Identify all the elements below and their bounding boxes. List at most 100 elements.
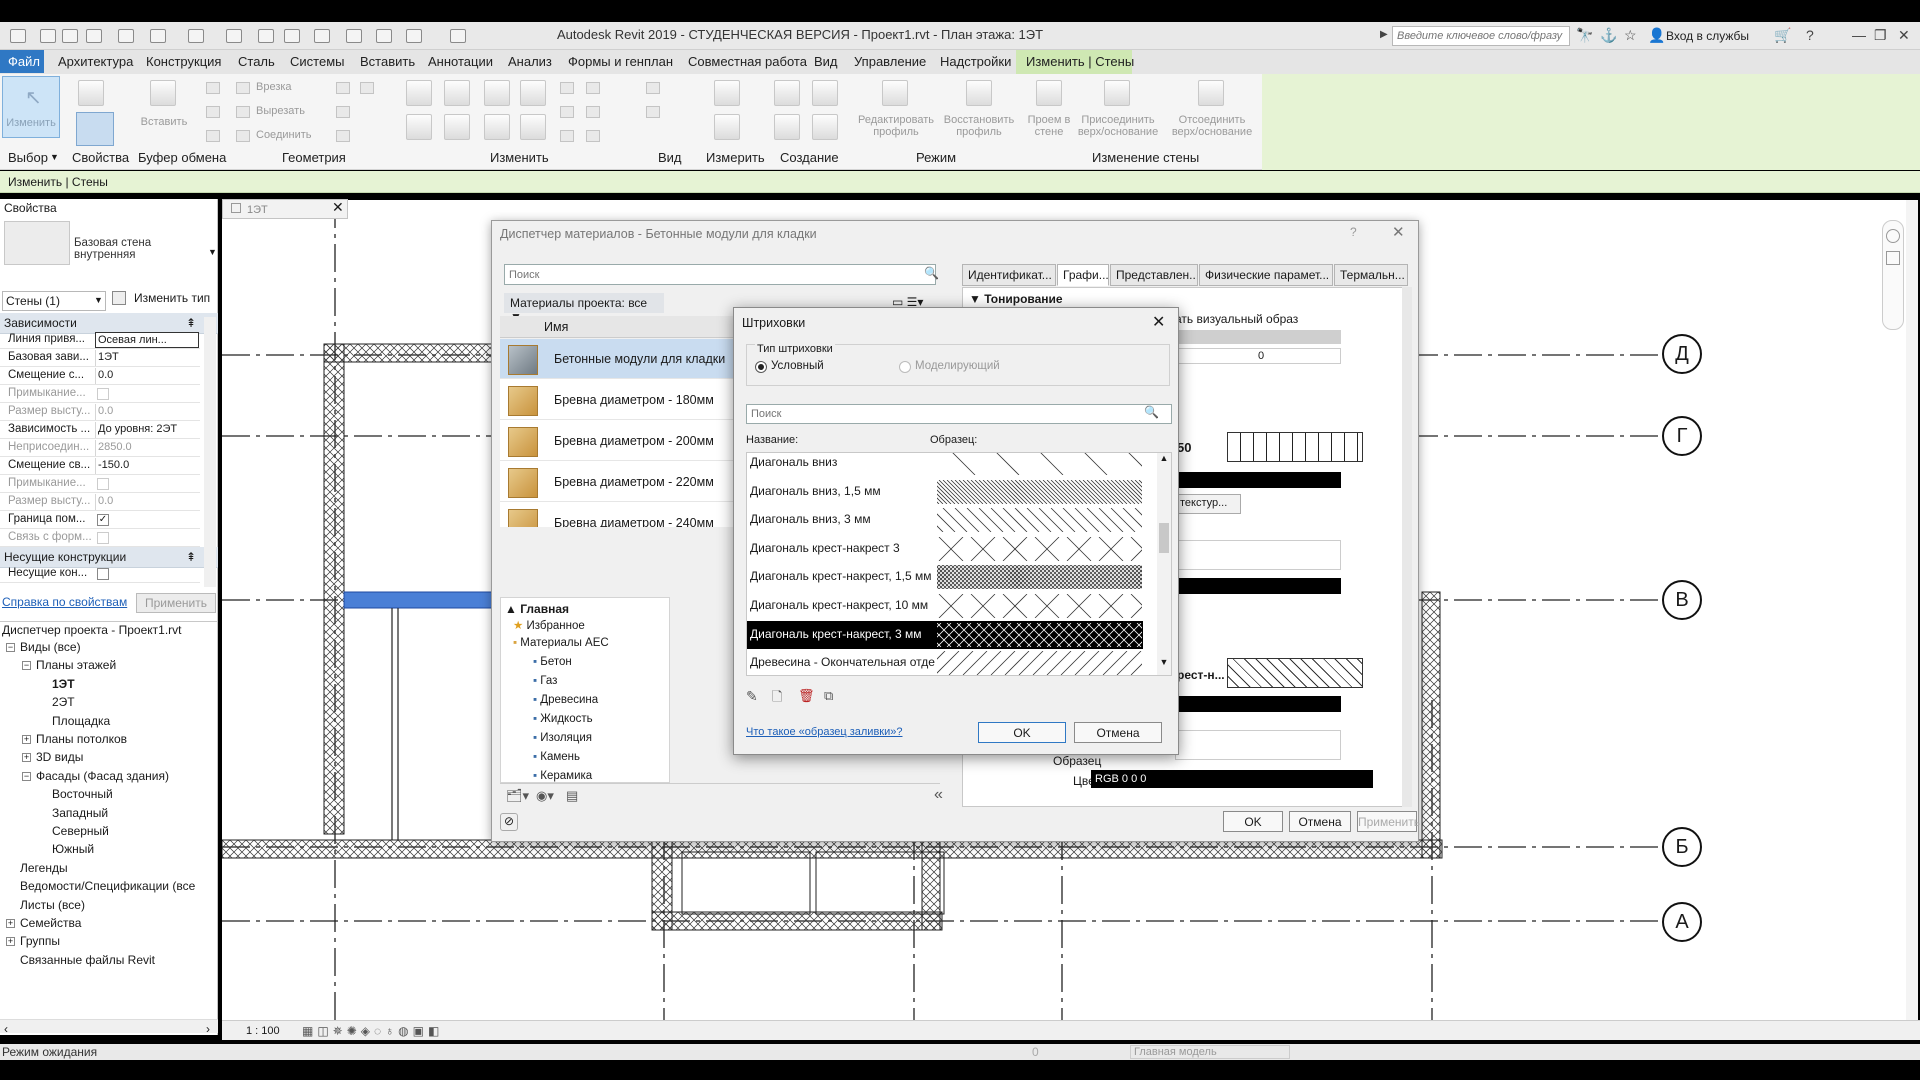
infocenter-icon[interactable]: 🔭 <box>1576 27 1593 44</box>
prop-checkbox[interactable]: ✓ <box>97 514 109 526</box>
library-item[interactable]: ★ Избранное <box>513 618 585 632</box>
tree-expander-icon[interactable]: + <box>6 919 15 928</box>
material-row[interactable]: Бетонные модули для кладки <box>500 339 736 379</box>
new-pattern-icon[interactable]: 🗋 <box>772 688 782 710</box>
material-apply-button[interactable]: Применить <box>1357 811 1420 832</box>
delete-pattern-icon[interactable]: 🗑 <box>798 688 815 704</box>
close-window-icon[interactable]: ✕ <box>1898 27 1910 44</box>
restore-icon[interactable]: ❐ <box>1874 27 1887 44</box>
material-search-input[interactable] <box>504 264 936 285</box>
fill-pattern-help-link[interactable]: Что такое «образец заливки»? <box>746 726 902 738</box>
shading-color-swatch[interactable] <box>1175 330 1341 344</box>
cut-pattern-sample[interactable] <box>1227 658 1363 688</box>
select-dropdown-icon[interactable]: ▼ <box>50 152 59 162</box>
help-icon[interactable]: ? <box>1806 27 1814 43</box>
material-filter[interactable]: Материалы проекта: все ▼ <box>504 293 664 324</box>
tree-expander-icon[interactable]: + <box>6 937 15 947</box>
search-expand-icon[interactable]: ▶ <box>1380 29 1388 40</box>
tab-steel[interactable]: Сталь <box>238 54 275 69</box>
no-render-icon[interactable]: ⊘ <box>500 813 518 831</box>
mirror-draw-icon[interactable] <box>520 80 546 106</box>
tab-insert[interactable]: Вставить <box>360 54 415 69</box>
tab-modify-walls[interactable]: Изменить | Стены <box>1026 54 1134 69</box>
dimension-tool-icon[interactable] <box>714 114 740 140</box>
tab-annotate[interactable]: Аннотации <box>428 54 493 69</box>
view-tab-close-icon[interactable]: ✕ <box>332 199 344 216</box>
drafting-radio[interactable] <box>755 361 767 373</box>
tree-item[interactable]: 2ЭТ <box>52 695 75 709</box>
material-row[interactable]: Бревна диаметром - 180мм <box>500 380 736 420</box>
pattern-row[interactable]: Диагональ крест-накрест 3 <box>747 535 1143 563</box>
tree-item[interactable]: Группы <box>20 934 60 948</box>
pattern-row[interactable]: Диагональ крест-накрест, 10 мм <box>747 592 1143 620</box>
surface-pattern-sample[interactable] <box>1227 432 1363 462</box>
tab-file[interactable]: Файл <box>0 50 44 73</box>
pattern-list-scrollbar[interactable]: ▲ ▼ <box>1157 453 1171 675</box>
tree-item[interactable]: Северный <box>52 824 109 838</box>
pattern-row[interactable]: Диагональ вниз <box>747 453 1143 477</box>
instance-filter-dropdown-icon[interactable]: ▼ <box>94 295 103 305</box>
library-item[interactable]: ▪ Изоляция <box>533 732 592 744</box>
model-radio[interactable] <box>899 361 911 373</box>
tab-addins[interactable]: Надстройки <box>940 54 1011 69</box>
create-part-icon[interactable] <box>812 80 838 106</box>
model-label[interactable]: Моделирующий <box>915 360 1000 372</box>
measure-dist-icon[interactable] <box>714 80 740 106</box>
pattern-row[interactable]: Диагональ вниз, 1,5 мм <box>747 478 1143 506</box>
properties-apply-button[interactable]: Применить <box>136 593 216 613</box>
tree-item[interactable]: Планы этажей <box>36 658 116 672</box>
active-model-select[interactable]: Главная модель <box>1130 1045 1290 1059</box>
texture-align-button[interactable]: текстур... <box>1175 494 1241 514</box>
prop-value[interactable]: 0.0 <box>95 494 199 510</box>
steering-wheel-icon[interactable] <box>1886 229 1900 243</box>
graphics-scrollbar[interactable] <box>1402 287 1412 807</box>
tree-item[interactable]: Связанные файлы Revit <box>20 953 155 967</box>
tab-systems[interactable]: Системы <box>290 54 344 69</box>
tree-item[interactable]: Фасады (Фасад здания) <box>36 769 169 783</box>
prop-row-structural[interactable]: Несущие кон... <box>0 565 200 583</box>
create-assembly-icon[interactable] <box>812 114 838 140</box>
edit-type-icon[interactable] <box>112 291 126 305</box>
material-list-header[interactable]: Имя <box>500 316 740 338</box>
tab-manage[interactable]: Управление <box>854 54 926 69</box>
prop-value[interactable]: До уровня: 2ЭТ <box>95 422 199 438</box>
tab-structure[interactable]: Конструкция <box>146 54 221 69</box>
structural-checkbox[interactable] <box>97 568 109 580</box>
grid-bubble-a[interactable]: А <box>1662 902 1702 942</box>
tab-view[interactable]: Вид <box>814 54 838 69</box>
properties-help-link[interactable]: Справка по свойствам <box>2 595 127 609</box>
panel-select[interactable]: Выбор <box>8 150 48 165</box>
material-ok-button[interactable]: OK <box>1223 811 1283 832</box>
prop-row[interactable]: Линия привя... Осевая лин... <box>0 331 200 349</box>
pattern-row[interactable]: Диагональ вниз, 3 мм <box>747 506 1143 534</box>
prop-value[interactable]: -150.0 <box>95 458 199 474</box>
instance-filter-select[interactable]: Стены (1) <box>2 291 106 311</box>
pattern-row[interactable]: Диагональ крест-накрест, 1,5 мм <box>747 563 1143 591</box>
edit-pattern-icon[interactable]: ✎ <box>746 688 758 705</box>
prop-checkbox[interactable] <box>97 478 109 490</box>
tab-collaborate[interactable]: Совместная работа <box>688 54 807 69</box>
view-tab-1et[interactable]: 1ЭТ <box>222 199 348 219</box>
tree-item[interactable]: Южный <box>52 842 94 856</box>
pattern-row[interactable]: Диагональ крест-накрест, 3 мм <box>747 620 1143 649</box>
grid-bubble-g[interactable]: Г <box>1662 416 1702 456</box>
prop-checkbox[interactable] <box>97 388 109 400</box>
surface-bg-field[interactable] <box>1175 540 1341 570</box>
prop-row[interactable]: Зависимость ... До уровня: 2ЭТ <box>0 421 200 439</box>
align-icon[interactable] <box>406 80 432 106</box>
prop-value[interactable]: 1ЭТ <box>95 350 199 366</box>
prop-value[interactable]: 0.0 <box>95 404 199 420</box>
tab-graphics[interactable]: Графи... <box>1057 264 1109 286</box>
prop-row[interactable]: Примыкание... <box>0 475 200 493</box>
prop-checkbox[interactable] <box>97 532 109 544</box>
tree-expander-icon[interactable]: + <box>22 735 31 744</box>
properties-icon[interactable] <box>78 80 104 106</box>
properties-scrollbar[interactable] <box>204 317 216 587</box>
user-icon[interactable]: 👤 <box>1648 27 1665 44</box>
hatch-dialog-close-icon[interactable]: ✕ <box>1152 312 1165 332</box>
pin-icon[interactable] <box>586 82 600 94</box>
library-item[interactable]: ▪ Жидкость <box>533 713 593 725</box>
tab-thermal[interactable]: Термальн... <box>1334 264 1408 286</box>
hatch-ok-button[interactable]: OK <box>978 722 1066 743</box>
tab-physical[interactable]: Физические парамет... <box>1199 264 1333 286</box>
